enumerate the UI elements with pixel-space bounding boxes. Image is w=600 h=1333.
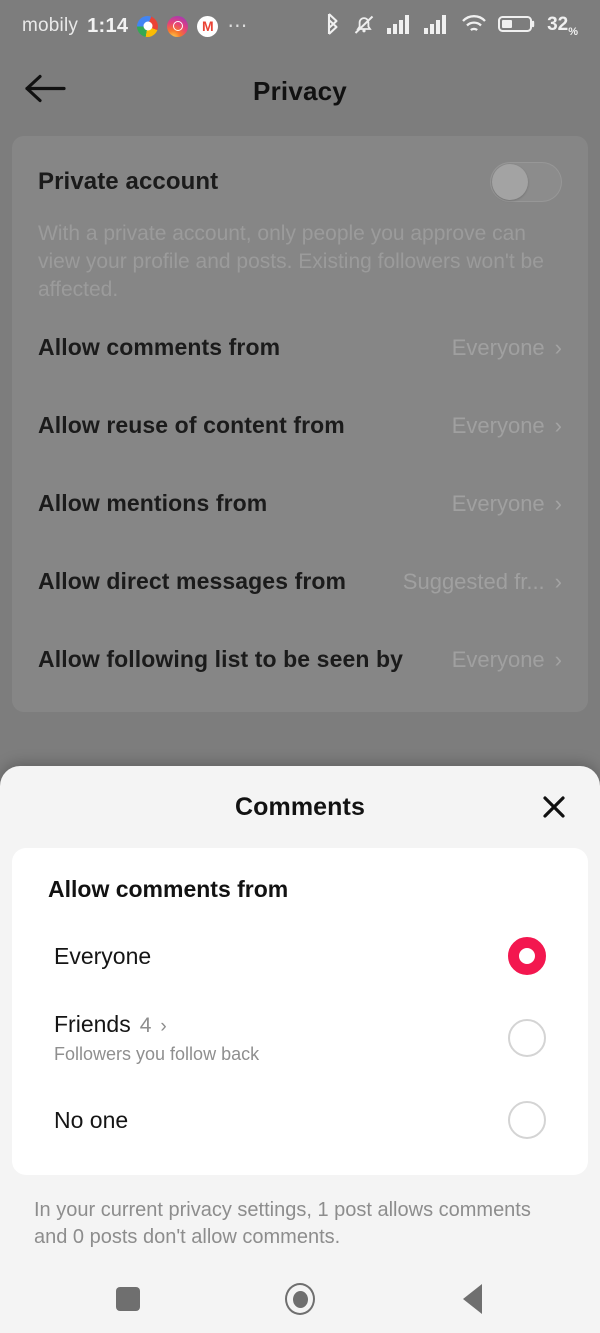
status-clock: 1:14 (87, 14, 129, 37)
chevron-right-icon[interactable]: › (160, 1017, 166, 1036)
radio-option-everyone[interactable]: Everyone (34, 919, 566, 993)
signal-bars-icon (424, 13, 450, 40)
option-text: Everyone (54, 943, 169, 970)
setting-label: Allow mentions from (38, 489, 268, 516)
radio-option-no-one[interactable]: No one (34, 1083, 566, 1157)
notification-overflow-icon: ⋯ (227, 15, 249, 37)
notifications-muted-icon (352, 12, 376, 41)
private-account-description: With a private account, only people you … (38, 222, 544, 301)
radio-button-selected[interactable] (508, 937, 546, 976)
bluetooth-icon (324, 12, 341, 41)
option-count: 4 (139, 1014, 152, 1038)
option-text: Friends 4 › Followers you follow back (54, 1011, 259, 1065)
chevron-right-icon: › (554, 568, 562, 594)
setting-label: Allow following list to be seen by (38, 645, 404, 672)
battery-percent-label: 32% (547, 14, 578, 38)
sheet-header: Comments (0, 766, 600, 848)
google-icon (137, 15, 159, 37)
triangle-left-icon (462, 1284, 482, 1314)
chevron-right-icon: › (554, 334, 562, 360)
android-navigation-bar (0, 1265, 600, 1333)
close-icon[interactable] (536, 789, 572, 825)
private-account-label: Private account (38, 168, 219, 195)
option-label: Friends (54, 1011, 131, 1038)
back-button[interactable] (446, 1273, 498, 1325)
status-bar-left: mobily 1:14 ⋯ (22, 15, 248, 38)
instagram-icon (167, 15, 189, 37)
radio-button[interactable] (508, 1019, 546, 1058)
back-arrow-icon[interactable] (24, 74, 68, 109)
chevron-right-icon: › (554, 412, 562, 438)
toggle-knob (492, 164, 528, 200)
battery-icon (498, 14, 536, 39)
setting-value-wrap: Suggested fr... › (391, 569, 562, 595)
setting-row-allow-comments-from[interactable]: Allow comments from Everyone › (38, 304, 562, 382)
carrier-label: mobily (22, 15, 79, 36)
setting-row-allow-mentions-from[interactable]: Allow mentions from Everyone › (38, 460, 562, 538)
status-bar-right: 32% (324, 12, 578, 41)
setting-label: Allow direct messages from (38, 567, 347, 594)
privacy-settings-card: Private account With a private account, … (12, 136, 588, 712)
sheet-title: Comments (235, 792, 365, 821)
setting-row-allow-reuse-of-content-from[interactable]: Allow reuse of content from Everyone › (38, 382, 562, 460)
setting-value: Everyone (451, 490, 545, 516)
radio-option-friends[interactable]: Friends 4 › Followers you follow back (34, 993, 566, 1083)
recents-button[interactable] (102, 1273, 154, 1325)
option-subtitle: Followers you follow back (54, 1044, 260, 1065)
square-icon (116, 1287, 140, 1311)
comments-bottom-sheet: Comments Allow comments from Everyone Fr… (0, 766, 600, 1333)
setting-value-wrap: Everyone › (440, 335, 562, 361)
setting-row-allow-direct-messages-from[interactable]: Allow direct messages from Suggested fr.… (38, 538, 562, 616)
radio-button[interactable] (508, 1101, 546, 1140)
comments-options-card: Allow comments from Everyone Friends 4 ›… (12, 848, 588, 1176)
option-label: Everyone (54, 942, 152, 969)
setting-value: Suggested fr... (402, 568, 545, 594)
setting-value-wrap: Everyone › (440, 491, 562, 517)
sheet-section-title: Allow comments from (48, 876, 289, 903)
signal-bars-icon (387, 13, 413, 40)
private-account-row[interactable]: Private account (38, 162, 562, 202)
option-main-line: Friends 4 › (54, 1011, 259, 1038)
setting-value-wrap: Everyone › (440, 647, 562, 673)
setting-label: Allow reuse of content from (38, 411, 345, 438)
chevron-right-icon: › (554, 646, 562, 672)
sheet-footnote: In your current privacy settings, 1 post… (34, 1199, 531, 1249)
home-button[interactable] (274, 1273, 326, 1325)
setting-value: Everyone (451, 412, 545, 438)
gmail-icon (197, 15, 219, 37)
chevron-right-icon: › (554, 490, 562, 516)
option-label: No one (54, 1106, 129, 1133)
option-text: No one (54, 1107, 146, 1134)
option-main-line: Everyone (54, 943, 169, 970)
status-bar: mobily 1:14 ⋯ (0, 0, 600, 52)
setting-value: Everyone (451, 334, 545, 360)
setting-value: Everyone (451, 646, 545, 672)
wifi-icon (461, 13, 487, 40)
page-title: Privacy (253, 75, 347, 106)
private-account-toggle[interactable] (490, 162, 562, 202)
circle-icon (285, 1283, 315, 1315)
app-header: Privacy (0, 52, 600, 130)
setting-label: Allow comments from (38, 333, 281, 360)
option-main-line: No one (54, 1107, 146, 1134)
setting-value-wrap: Everyone › (440, 413, 562, 439)
setting-row-allow-following-list-to-be-seen-by[interactable]: Allow following list to be seen by Every… (38, 616, 562, 694)
